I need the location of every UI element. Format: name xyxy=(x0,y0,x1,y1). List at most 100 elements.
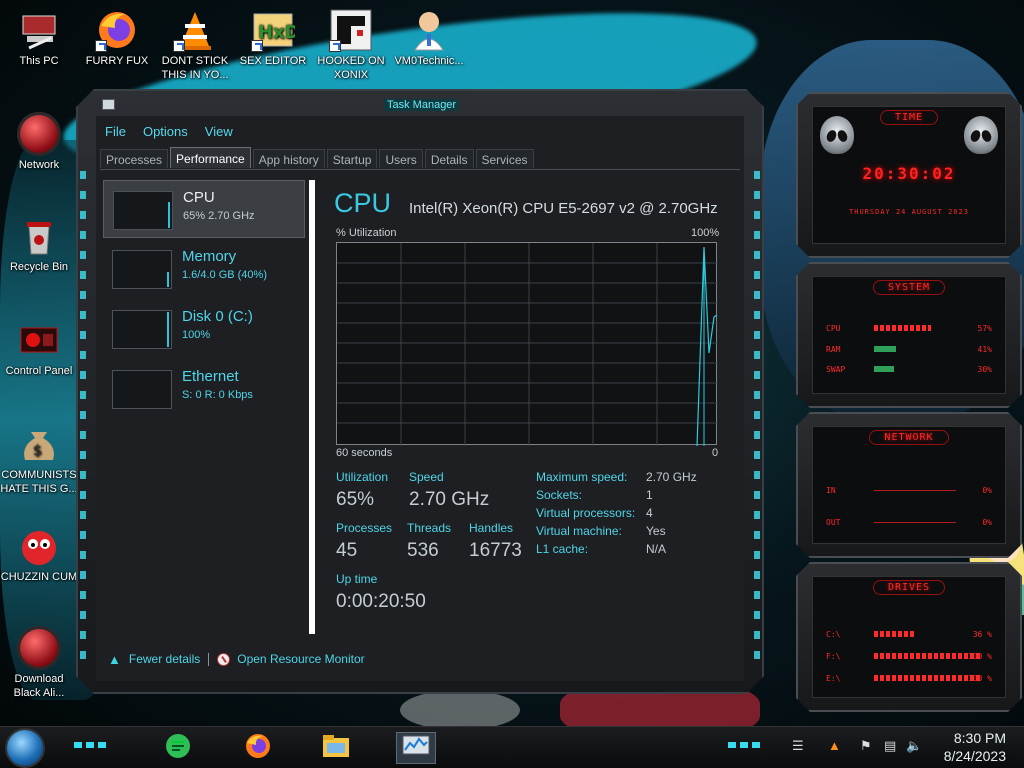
sidebar-item-cpu[interactable]: CPU 65% 2.70 GHz xyxy=(103,180,305,238)
flag-icon[interactable]: ⚑ xyxy=(860,738,872,754)
taskbar-app-file-explorer[interactable] xyxy=(316,732,356,764)
desktop-icon-control-panel[interactable]: Control Panel xyxy=(0,318,78,378)
recycle-bin-icon xyxy=(17,214,61,258)
firefox-icon xyxy=(244,732,272,765)
drive-c-meter xyxy=(874,631,914,637)
menu-bar: File Options View xyxy=(96,122,241,142)
desktop-icon-network[interactable]: Network xyxy=(0,112,78,172)
sidebar-item-ethernet[interactable]: Ethernet S: 0 R: 0 Kbps xyxy=(103,360,305,418)
desktop-icon-label: CHUZZIN CUM xyxy=(0,571,78,583)
start-button[interactable] xyxy=(7,730,43,766)
sidebar-item-disk[interactable]: Disk 0 (C:) 100% xyxy=(103,300,305,358)
task-manager-app-icon xyxy=(102,99,115,110)
desktop-icon-vlc[interactable]: DONT STICK THIS IN YO... xyxy=(156,8,234,82)
desktop-icon-furry-fux[interactable]: FURRY FUX xyxy=(78,8,156,68)
panel-splitter[interactable] xyxy=(309,180,315,634)
menu-file[interactable]: File xyxy=(96,122,134,142)
sidebar-item-title: Ethernet xyxy=(182,368,239,385)
desktop-icon-download-black-alien[interactable]: Download Black Ali... xyxy=(0,626,78,700)
desktop-icon-this-pc[interactable]: This PC xyxy=(0,8,78,68)
processes-value: 45 xyxy=(336,540,358,561)
open-resource-monitor-link[interactable]: Open Resource Monitor xyxy=(237,652,364,666)
time-gadget[interactable]: TIME 20:30:02 THURSDAY 24 AUGUST 2023 xyxy=(796,92,1022,258)
cpu-meter xyxy=(874,325,931,331)
system-gadget[interactable]: SYSTEM CPU 57% RAM 41% SWAP 30% xyxy=(796,262,1022,408)
sidebar-item-memory[interactable]: Memory 1.6/4.0 GB (40%) xyxy=(103,240,305,298)
row-key: C:\ xyxy=(826,630,841,639)
drives-gadget[interactable]: DRIVES C:\ 36 % F:\ 100 % E:\ 100 % xyxy=(796,562,1022,712)
graph-y-label: % Utilization xyxy=(336,227,397,239)
threads-value: 536 xyxy=(407,540,439,561)
show-hidden-icons-icon[interactable]: ☰ xyxy=(792,738,804,754)
desktop-icon-label: COMMUNISTS HATE THIS G... xyxy=(0,469,78,495)
sidebar-item-subtitle: 100% xyxy=(182,329,211,341)
detail-value: Yes xyxy=(646,524,666,538)
tab-app-history[interactable]: App history xyxy=(252,149,325,168)
row-value: 36 % xyxy=(972,630,992,639)
firefox-icon xyxy=(95,8,139,52)
detail-key: Virtual processors: xyxy=(536,506,636,520)
taskbar-app-task-manager[interactable] xyxy=(396,732,436,764)
desktop-icon-sex-editor[interactable]: HxD SEX EDITOR xyxy=(234,8,312,68)
disk-thumbnail-graph xyxy=(112,310,172,349)
desktop-icon-communists[interactable]: $ COMMUNISTS HATE THIS G... xyxy=(0,422,78,496)
desktop-icon-label: FURRY FUX xyxy=(85,55,149,67)
volume-icon[interactable]: 🔈 xyxy=(906,738,922,754)
row-key: RAM xyxy=(826,345,841,354)
network-status-icon[interactable]: ▤ xyxy=(884,738,896,754)
alienware-icon xyxy=(17,626,61,670)
taskbar-app-firefox[interactable] xyxy=(238,732,278,764)
tab-users[interactable]: Users xyxy=(379,149,423,168)
tab-details[interactable]: Details xyxy=(424,149,474,168)
network-icon xyxy=(17,112,61,156)
tab-strip: Processes Performance App history Startu… xyxy=(100,147,536,169)
network-gadget[interactable]: NETWORK IN 0% OUT 0% xyxy=(796,412,1022,558)
row-key: SWAP xyxy=(826,365,846,374)
task-manager-icon xyxy=(402,734,430,763)
control-panel-icon xyxy=(17,318,61,362)
sidebar-item-subtitle: 65% 2.70 GHz xyxy=(183,210,255,222)
row-key: OUT xyxy=(826,518,841,527)
ethernet-thumbnail-graph xyxy=(112,370,172,409)
network-in-trace xyxy=(874,490,956,491)
drive-f-meter xyxy=(874,653,982,659)
detail-key: Virtual machine: xyxy=(536,524,622,538)
gadget-title: NETWORK xyxy=(869,430,948,445)
sidebar-item-subtitle: 1.6/4.0 GB (40%) xyxy=(182,269,267,281)
cpu-model-name: Intel(R) Xeon(R) CPU E5-2697 v2 @ 2.70GH… xyxy=(409,200,718,217)
desktop-icon-label: DONT STICK THIS IN YO... xyxy=(161,55,229,81)
tab-performance[interactable]: Performance xyxy=(170,147,251,168)
taskbar: ☰ ▲ ⚑ ▤ 🔈 8:30 PM 8/24/2023 xyxy=(0,726,1024,768)
vlc-icon xyxy=(173,8,217,52)
cpu-thumbnail-graph xyxy=(113,191,173,230)
graph-x-right-label: 0 xyxy=(712,447,719,459)
taskbar-app-notes[interactable] xyxy=(158,732,198,764)
graph-y-max: 100% xyxy=(691,227,720,239)
update-shield-icon[interactable]: ▲ xyxy=(828,738,841,753)
desktop-icon-label: Network xyxy=(18,159,60,171)
detail-key: L1 cache: xyxy=(536,542,589,556)
doctor-icon xyxy=(407,8,451,52)
xonix-icon xyxy=(329,8,373,52)
chuzzle-icon xyxy=(17,524,61,568)
desktop-icon-label: Download Black Ali... xyxy=(13,673,65,699)
page-title: CPU xyxy=(334,188,392,218)
menu-options[interactable]: Options xyxy=(134,122,196,142)
handles-label: Handles xyxy=(469,521,514,535)
desktop-icon-recycle-bin[interactable]: Recycle Bin xyxy=(0,214,78,274)
desktop-icon-hooked-on-xonix[interactable]: HOOKED ON XONIX xyxy=(312,8,390,82)
svg-text:$: $ xyxy=(33,443,42,459)
system-clock[interactable]: 8:30 PM 8/24/2023 xyxy=(944,729,1006,765)
menu-view[interactable]: View xyxy=(196,122,241,142)
tab-processes[interactable]: Processes xyxy=(100,149,169,168)
uptime-label: Up time xyxy=(336,572,378,586)
desktop-icon-vm0technic[interactable]: VM0Technic... xyxy=(390,8,468,68)
resource-monitor-icon xyxy=(217,652,231,666)
window-titlebar[interactable]: Task Manager xyxy=(96,97,744,115)
tab-startup[interactable]: Startup xyxy=(326,149,378,168)
tab-services[interactable]: Services xyxy=(475,149,534,168)
desktop-icon-chuzzin[interactable]: CHUZZIN CUM xyxy=(0,524,78,584)
chevron-up-icon[interactable]: ▲ xyxy=(108,652,121,667)
uptime-value: 0:00:20:50 xyxy=(336,591,426,612)
fewer-details-link[interactable]: Fewer details xyxy=(129,652,200,666)
